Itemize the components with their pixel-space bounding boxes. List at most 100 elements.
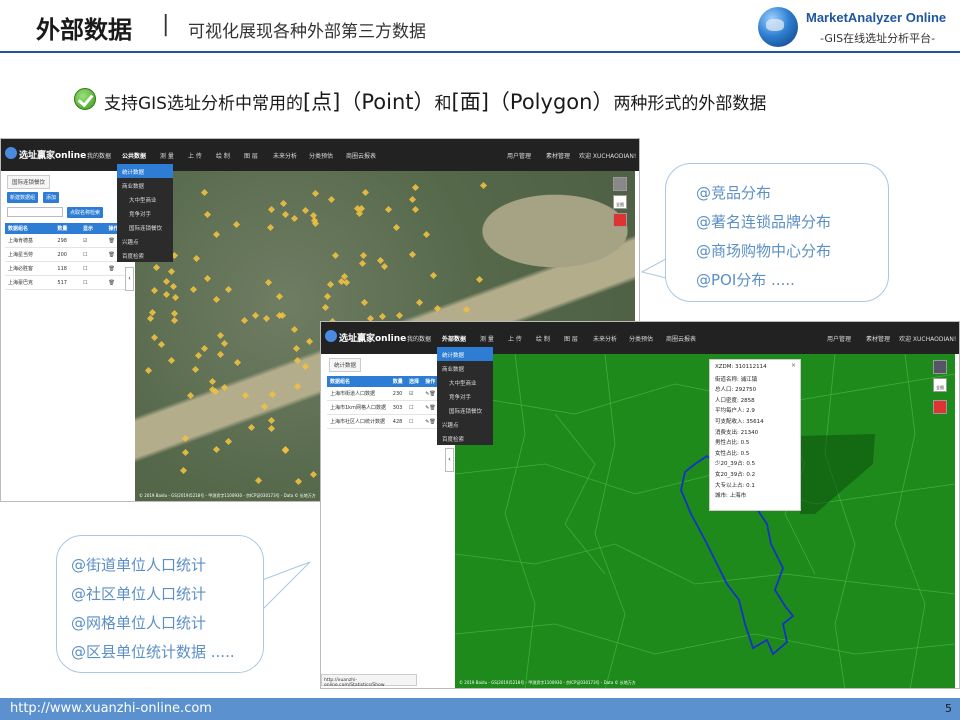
poi-marker[interactable]: [162, 291, 170, 299]
poi-marker[interactable]: [169, 283, 177, 291]
menu-item-competitor[interactable]: 竞争对手: [437, 389, 493, 403]
menu-item-competitor[interactable]: 竞争对手: [117, 206, 173, 220]
poi-marker[interactable]: [204, 210, 212, 219]
menu-item-large-mall[interactable]: 大中型商业: [117, 192, 173, 206]
show-checkbox[interactable]: ☐: [79, 261, 106, 276]
select-checkbox[interactable]: ☑: [405, 387, 423, 401]
nav-item-layer[interactable]: 图 层: [564, 334, 578, 343]
poi-marker[interactable]: [332, 251, 340, 260]
poi-marker[interactable]: [208, 378, 216, 386]
poi-marker[interactable]: [305, 338, 314, 346]
poi-marker[interactable]: [251, 312, 259, 320]
menu-item-stats[interactable]: 统计数据: [117, 164, 173, 178]
poi-marker[interactable]: [328, 195, 336, 203]
nav-item-upload[interactable]: 上 传: [508, 334, 522, 343]
poi-marker[interactable]: [291, 214, 299, 222]
poi-marker[interactable]: [224, 285, 232, 293]
poi-marker[interactable]: [268, 417, 276, 425]
poi-marker[interactable]: [378, 313, 386, 321]
nav-item-future[interactable]: 未来分析: [273, 151, 297, 160]
poi-marker[interactable]: [170, 309, 178, 317]
menu-item-baidu-search[interactable]: 百度检索: [437, 431, 493, 445]
nav-item-public-data[interactable]: 公共数据: [122, 151, 146, 160]
table-row[interactable]: 上海市社区人口统计数据 428 ☐ ✎🗑: [327, 414, 439, 429]
locate-icon[interactable]: 全图: [613, 195, 627, 209]
poi-marker[interactable]: [180, 466, 188, 474]
nav-item-user-admin[interactable]: 用户管理: [827, 334, 851, 343]
poi-marker[interactable]: [393, 223, 401, 231]
poi-marker[interactable]: [200, 188, 209, 196]
menu-item-baidu-search[interactable]: 百度检索: [117, 248, 173, 262]
poi-marker[interactable]: [293, 383, 301, 391]
poi-marker[interactable]: [157, 341, 165, 349]
poi-marker[interactable]: [200, 345, 208, 353]
poi-marker[interactable]: [254, 477, 262, 485]
poi-marker[interactable]: [267, 224, 275, 232]
poi-marker[interactable]: [295, 478, 303, 486]
menu-item-poi[interactable]: 兴趣点: [437, 417, 493, 431]
poi-marker[interactable]: [181, 448, 189, 456]
nav-item-report[interactable]: 商圈云报表: [666, 334, 696, 343]
poi-marker[interactable]: [150, 334, 158, 342]
select-checkbox[interactable]: ☐: [405, 414, 423, 429]
poi-marker[interactable]: [261, 402, 269, 411]
poi-marker[interactable]: [409, 250, 417, 258]
poi-marker[interactable]: [479, 182, 487, 190]
poi-icon[interactable]: [933, 400, 947, 414]
poi-marker[interactable]: [381, 262, 389, 270]
collapse-handle-icon[interactable]: ‹: [445, 448, 454, 472]
poi-marker[interactable]: [408, 195, 416, 203]
poi-marker[interactable]: [170, 316, 178, 324]
nav-item-material[interactable]: 素材管理: [546, 151, 570, 160]
nav-item-draw[interactable]: 绘 制: [216, 151, 230, 160]
nav-item-my-data[interactable]: 我的数据: [87, 151, 111, 160]
poi-marker[interactable]: [145, 366, 153, 374]
poi-marker[interactable]: [152, 263, 160, 271]
poi-marker[interactable]: [268, 390, 276, 398]
nav-item-material[interactable]: 素材管理: [866, 334, 890, 343]
poi-marker[interactable]: [312, 189, 320, 197]
poi-marker[interactable]: [212, 295, 220, 303]
poi-marker[interactable]: [359, 260, 367, 268]
menu-item-commerce[interactable]: 商业数据: [117, 178, 173, 192]
poi-marker[interactable]: [326, 280, 334, 288]
poi-marker[interactable]: [220, 339, 228, 347]
poi-marker[interactable]: [167, 356, 175, 364]
nav-item-future[interactable]: 未来分析: [593, 334, 617, 343]
poi-marker[interactable]: [463, 305, 471, 313]
poi-marker[interactable]: [212, 446, 221, 454]
new-group-button[interactable]: 新建数据组: [7, 192, 39, 203]
poi-marker[interactable]: [279, 199, 288, 208]
nav-item-measure[interactable]: 测 量: [160, 151, 174, 160]
poi-marker[interactable]: [191, 365, 199, 373]
poi-marker[interactable]: [247, 424, 256, 432]
table-row[interactable]: 上海肯德基 298 ☑ 🗑: [5, 234, 131, 248]
nav-item-my-data[interactable]: 我的数据: [407, 334, 431, 343]
poi-marker[interactable]: [186, 392, 195, 400]
poi-marker[interactable]: [241, 392, 249, 400]
choropleth-map[interactable]: 全图 © 2019 Baidu - GS(2019)5218号 - 甲测资字11…: [455, 354, 955, 688]
poi-marker[interactable]: [217, 331, 225, 339]
poi-marker[interactable]: [263, 315, 271, 323]
poi-marker[interactable]: [171, 293, 179, 302]
poi-marker[interactable]: [232, 220, 240, 229]
nav-welcome[interactable]: 欢迎 XUCHAODIAN!: [899, 334, 956, 343]
poi-marker[interactable]: [475, 276, 483, 284]
menu-item-stats[interactable]: 统计数据: [437, 347, 493, 361]
locate-icon[interactable]: 全图: [933, 378, 947, 392]
collapse-handle-icon[interactable]: ‹: [125, 267, 134, 291]
nav-item-upload[interactable]: 上 传: [188, 151, 202, 160]
poi-marker[interactable]: [282, 210, 290, 218]
poi-marker[interactable]: [291, 326, 299, 334]
poi-marker[interactable]: [233, 358, 241, 366]
poi-marker[interactable]: [293, 356, 302, 364]
show-checkbox[interactable]: ☐: [79, 247, 106, 262]
nav-item-user-admin[interactable]: 用户管理: [507, 151, 531, 160]
table-row[interactable]: 上海市1km网格人口数据 303 ☐ ✎🗑: [327, 400, 439, 415]
menu-item-chain[interactable]: 国际连锁餐饮: [437, 403, 493, 417]
show-checkbox[interactable]: ☐: [79, 275, 106, 290]
menu-item-poi[interactable]: 兴趣点: [117, 234, 173, 248]
poi-marker[interactable]: [182, 435, 190, 443]
poi-marker[interactable]: [430, 271, 438, 279]
tab-chain-restaurants[interactable]: 国际连锁餐饮: [7, 175, 51, 189]
